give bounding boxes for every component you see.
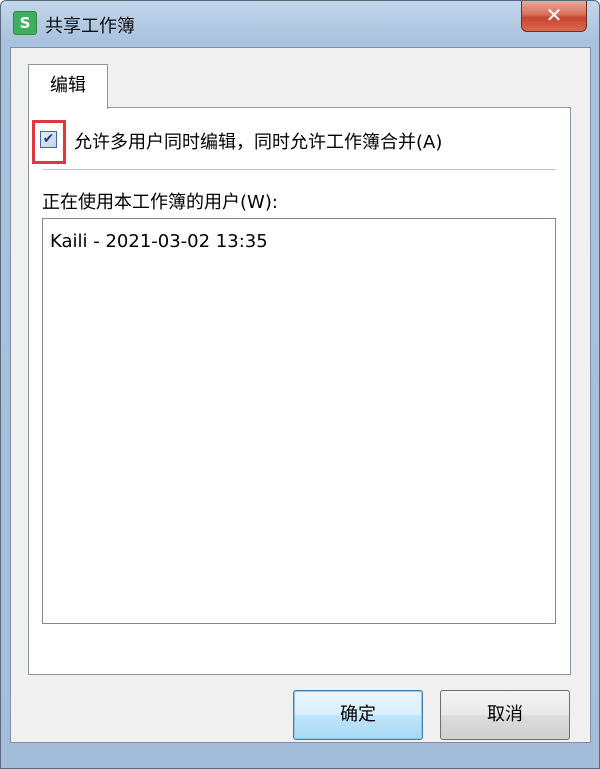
edit-tab-panel: ✔ 允许多用户同时编辑，同时允许工作簿合并(A) 正在使用本工作簿的用户(W):… [28, 107, 571, 675]
divider [43, 169, 556, 170]
share-workbook-dialog: S 共享工作簿 ✕ 编辑 ✔ 允许多用户同时编辑，同时允许工作簿合并(A) 正在… [0, 0, 600, 769]
ok-button[interactable]: 确定 [293, 690, 423, 740]
spreadsheet-app-icon: S [13, 11, 37, 35]
allow-multiuser-label[interactable]: 允许多用户同时编辑，同时允许工作簿合并(A) [74, 128, 442, 154]
current-users-list[interactable]: Kaili - 2021-03-02 13:35 [42, 218, 556, 624]
list-item[interactable]: Kaili - 2021-03-02 13:35 [50, 231, 268, 252]
title-bar[interactable]: S 共享工作簿 ✕ [1, 1, 599, 47]
dialog-title: 共享工作簿 [45, 16, 135, 37]
current-users-label: 正在使用本工作簿的用户(W): [42, 192, 278, 213]
dialog-body: 编辑 ✔ 允许多用户同时编辑，同时允许工作簿合并(A) 正在使用本工作簿的用户(… [10, 47, 591, 743]
close-button[interactable]: ✕ [521, 1, 587, 32]
allow-multiuser-checkbox[interactable]: ✔ [40, 131, 57, 148]
tab-edit[interactable]: 编辑 [28, 64, 108, 109]
cancel-button[interactable]: 取消 [440, 690, 570, 740]
